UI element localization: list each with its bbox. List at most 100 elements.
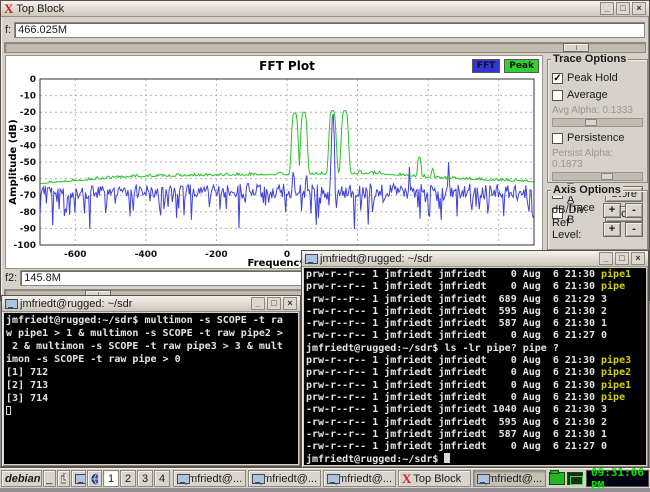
svg-text:0: 0 (30, 75, 36, 85)
terminal-line: imon -s SCOPE -t raw pipe > 0 (6, 353, 296, 366)
legend-peak: Peak (504, 59, 539, 73)
terminal-line: -rw-r--r-- 1 jmfriedt jmfriedt 0 Aug 6 2… (306, 441, 644, 453)
peak-hold-label: Peak Hold (567, 72, 618, 84)
terminal-line: prw-r--r-- 1 jmfriedt jmfriedt 0 Aug 6 2… (306, 269, 644, 281)
workspace-button-1[interactable]: 1 (103, 470, 119, 487)
terminal-left-content[interactable]: jmfriedt@rugged:~/sdr$ multimon -s SCOPE… (4, 313, 298, 464)
legend-fft: FFT (472, 59, 500, 73)
task-button[interactable]: jmfriedt@... (248, 470, 321, 487)
minimize-button[interactable]: _ (600, 2, 614, 15)
minimize-button[interactable]: _ (599, 252, 613, 265)
terminal-line: -rw-r--r-- 1 jmfriedt jmfriedt 587 Aug 6… (306, 429, 644, 441)
terminal-line: [3] 714 (6, 392, 296, 405)
f-label: f: (5, 24, 11, 36)
window-title: Top Block (16, 3, 597, 15)
peak-hold-checkbox[interactable]: ✓ (552, 73, 563, 84)
db-div-plus-button[interactable]: + (603, 203, 621, 218)
persist-alpha-thumb[interactable] (601, 173, 613, 180)
avg-alpha-slider[interactable] (552, 118, 643, 127)
terminal-line: [1] 712 (6, 366, 296, 379)
terminal-launcher-button[interactable] (71, 470, 86, 487)
debian-menu-button[interactable]: debian @ (1, 470, 42, 487)
terminal-line: prw-r--r-- 1 jmfriedt jmfriedt 0 Aug 6 2… (306, 380, 644, 392)
terminal-right-titlebar[interactable]: jmfriedt@rugged: ~/sdr _ □ × (302, 251, 648, 267)
db-div-minus-button[interactable]: - (625, 203, 643, 218)
terminal-line: 2 & multimon -s SCOPE -t raw pipe3 > 3 &… (6, 340, 296, 353)
ref-level-minus-button[interactable]: - (625, 222, 643, 237)
show-desktop-button[interactable]: _ (43, 470, 56, 487)
terminal-right-title: jmfriedt@rugged: ~/sdr (320, 253, 596, 265)
desktop: { "top_block_window": { "title": "Top Bl… (0, 0, 650, 488)
terminal-icon (75, 474, 82, 484)
svg-text:-40: -40 (20, 141, 36, 151)
task-button[interactable]: jmfriedt@... (323, 470, 396, 487)
task-button-label: jmfriedt@... (486, 473, 542, 485)
workspace-button-2[interactable]: 2 (120, 470, 136, 487)
terminal-cursor (444, 453, 450, 463)
tray-folder-icon[interactable] (549, 472, 565, 485)
workspace-button-3[interactable]: 3 (137, 470, 153, 487)
persist-alpha-slider[interactable] (552, 172, 643, 181)
freq-slider-thumb[interactable] (563, 43, 589, 52)
persist-alpha-label: Persist Alpha: 0.1873 (552, 148, 643, 170)
persistence-checkbox[interactable] (552, 133, 563, 144)
svg-text:-90: -90 (20, 224, 36, 234)
terminal-line: prw-r--r-- 1 jmfriedt jmfriedt 0 Aug 6 2… (306, 355, 644, 367)
globe-icon (91, 473, 98, 485)
ref-level-label: Ref Level: (552, 217, 599, 241)
task-button-label: jmfriedt@... (261, 473, 317, 485)
terminal-icon (5, 299, 17, 309)
tray-mail-icon[interactable] (567, 472, 583, 485)
terminal-line: jmfriedt@rugged:~/sdr$ ls -lr pipe? pipe… (306, 343, 644, 355)
terminal-line: w pipe1 > 1 & multimon -s SCOPE -t raw p… (6, 327, 296, 340)
task-button-area: jmfriedt@...jmfriedt@...jmfriedt@...XTop… (173, 470, 546, 487)
terminal-line: prw-r--r-- 1 jmfriedt jmfriedt 0 Aug 6 2… (306, 367, 644, 379)
task-button-label: Top Block (413, 473, 461, 485)
avg-alpha-thumb[interactable] (585, 119, 597, 126)
task-button[interactable]: XTop Block (398, 470, 471, 487)
terminal-line (6, 405, 296, 418)
ref-level-plus-button[interactable]: + (603, 222, 621, 237)
axis-options-group: Axis Options dB/Div: + - Ref Level: + - (547, 190, 648, 250)
window-list-button[interactable] (57, 470, 70, 487)
svg-text:-400: -400 (135, 250, 158, 260)
terminal-line: jmfriedt@rugged:~/sdr$ (306, 453, 644, 465)
f-input[interactable]: 466.025M (14, 22, 645, 38)
average-checkbox[interactable] (552, 90, 563, 101)
terminal-cursor (6, 406, 11, 415)
svg-text:-70: -70 (20, 191, 36, 201)
fft-plot-chart: -600-400-20002004006000-10-20-30-40-50-6… (6, 56, 542, 268)
terminal-right-content[interactable]: prw-r--r-- 1 jmfriedt jmfriedt 0 Aug 6 2… (304, 268, 646, 465)
debian-menu-label: debian (5, 473, 40, 485)
close-button[interactable]: × (632, 2, 646, 15)
terminal-icon (305, 254, 317, 264)
workspace-button-4[interactable]: 4 (154, 470, 170, 487)
terminal-line: -rw-r--r-- 1 jmfriedt jmfriedt 595 Aug 6… (306, 417, 644, 429)
freq-slider[interactable] (4, 42, 646, 53)
svg-text:-100: -100 (13, 241, 36, 251)
close-button[interactable]: × (631, 252, 645, 265)
avg-alpha-label: Avg Alpha: 0.1333 (552, 105, 643, 116)
terminal-left-titlebar[interactable]: jmfriedt@rugged: ~/sdr _ □ × (2, 296, 300, 312)
maximize-button[interactable]: □ (615, 252, 629, 265)
close-button[interactable]: × (283, 297, 297, 310)
plot-legend: FFT Peak (472, 59, 539, 73)
task-button-label: jmfriedt@... (186, 473, 242, 485)
minimize-button[interactable]: _ (251, 297, 265, 310)
task-button[interactable]: jmfriedt@... (473, 470, 546, 487)
windows-stack-icon (61, 473, 66, 484)
svg-text:Amplitude (dB): Amplitude (dB) (8, 119, 19, 204)
top-block-titlebar[interactable]: X Top Block _ □ × (1, 1, 649, 17)
svg-text:Frequency: Frequency (247, 258, 306, 268)
workspace-switcher: 1234 (103, 470, 170, 487)
axis-options-title: Axis Options (551, 184, 623, 196)
average-label: Average (567, 89, 608, 101)
maximize-button[interactable]: □ (267, 297, 281, 310)
trace-options-title: Trace Options (551, 53, 628, 65)
svg-text:-60: -60 (20, 175, 36, 185)
maximize-button[interactable]: □ (616, 2, 630, 15)
browser-launcher-button[interactable] (87, 470, 102, 487)
f2-label: f2: (5, 272, 17, 284)
task-button[interactable]: jmfriedt@... (173, 470, 246, 487)
terminal-icon (252, 474, 259, 484)
